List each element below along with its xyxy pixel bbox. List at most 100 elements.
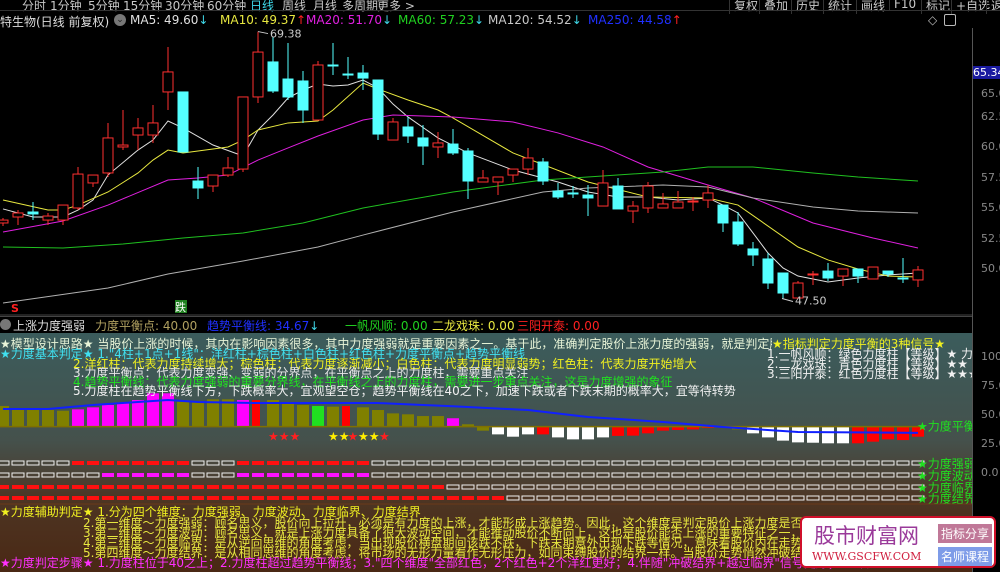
- dimension-cell: [761, 484, 775, 490]
- dimension-cell: [866, 495, 880, 501]
- signal-stars: ★★: [358, 430, 380, 444]
- ma-legend-ma20[interactable]: MA20: 51.70↓: [306, 13, 392, 27]
- dimension-cell: [372, 496, 384, 500]
- candle-body: [192, 180, 204, 189]
- dimension-cell: [177, 485, 189, 489]
- force-bar: [447, 418, 459, 427]
- dimension-cell: [881, 495, 895, 501]
- overlay-button[interactable]: 叠加: [759, 0, 788, 14]
- stats-button[interactable]: 统计: [823, 0, 852, 14]
- dimension-cell: [851, 472, 865, 478]
- dimension-cell: [327, 473, 339, 477]
- tab-timeshare[interactable]: 分时: [22, 0, 46, 14]
- teacher-course-button[interactable]: 名师课程: [938, 547, 993, 566]
- dimension-cell: [896, 472, 910, 478]
- tab-30min[interactable]: 30分钟: [165, 0, 204, 14]
- dimension-cell: [671, 460, 685, 466]
- candle-body: [417, 137, 429, 147]
- dimension-cell: [731, 460, 745, 466]
- dimension-cell: [147, 473, 159, 477]
- ma-legend-ma5[interactable]: MA5: 49.60↓: [130, 13, 208, 27]
- chevron-down-icon[interactable]: ⌄: [114, 14, 126, 26]
- ma-legend-ma250[interactable]: MA250: 44.58↑: [588, 13, 682, 27]
- candle-body: [807, 273, 819, 276]
- dimension-cell: [626, 495, 640, 501]
- dimension-cell: [641, 484, 655, 490]
- dimension-cell: [551, 472, 565, 478]
- panel-toggle-icon[interactable]: [944, 14, 956, 26]
- dimension-cell: [147, 461, 159, 465]
- ma-value: MA5: 49.60: [130, 13, 199, 27]
- dimension-cell: [626, 472, 640, 478]
- tab-multi-period[interactable]: 多周期: [342, 0, 378, 14]
- tab-monthly[interactable]: 月线: [313, 0, 337, 14]
- tab-weekly[interactable]: 周线: [282, 0, 306, 14]
- dimension-cell: [476, 460, 490, 466]
- indicator-value-1: 趋势平衡线: 34.67↓: [207, 319, 320, 333]
- tab-daily[interactable]: 日线: [250, 0, 274, 14]
- candle: [327, 43, 339, 75]
- tab-15min[interactable]: 15分钟: [123, 0, 162, 14]
- dimension-cell: [836, 495, 850, 501]
- force-bar: [642, 426, 654, 434]
- signal-3: 3.三阳开泰：红色力度柱【等级】★★★力: [767, 367, 972, 381]
- ma-value: MA20: 51.70: [306, 13, 383, 27]
- dimension-cell: [536, 484, 550, 490]
- history-button[interactable]: 历史: [791, 0, 820, 14]
- indicator-name[interactable]: 上涨力度强弱: [13, 317, 85, 334]
- ma-legend-ma120[interactable]: MA120: 54.52↓: [488, 13, 582, 27]
- dimension-cell: [776, 495, 790, 501]
- candle: [102, 122, 114, 177]
- candle-body: [252, 51, 264, 98]
- price-tick: 57.50: [981, 170, 1000, 184]
- indicator-share-button[interactable]: 指标分享: [938, 524, 993, 543]
- dimension-cell: [327, 485, 339, 489]
- candle: [717, 204, 729, 233]
- tab-1min[interactable]: 1分钟: [50, 0, 82, 14]
- force-bar: [792, 426, 804, 443]
- force-bar: [117, 402, 129, 427]
- dimension-cell: [267, 473, 279, 477]
- dimension-cell: [626, 484, 640, 490]
- dimension-cell: [776, 460, 790, 466]
- low-price-label: 47.50: [795, 295, 827, 308]
- candle-body: [132, 127, 144, 136]
- candle: [552, 182, 564, 199]
- dimension-cell: [57, 485, 69, 489]
- dimension-cell: [221, 472, 235, 478]
- tab-more[interactable]: 更多 >: [377, 0, 415, 14]
- dimension-cell: [836, 484, 850, 490]
- tab-60min[interactable]: 60分钟: [207, 0, 246, 14]
- stock-title: 海特生物(日线 前复权): [0, 15, 110, 29]
- dimension-cell: [342, 473, 354, 477]
- force-bar: [282, 403, 294, 427]
- candle-body: [582, 194, 594, 199]
- indicator-menu-icon[interactable]: [0, 319, 11, 330]
- force-bar: [372, 410, 384, 427]
- dimension-cell: [896, 460, 910, 466]
- ma-legend-ma10[interactable]: MA10: 49.37↑: [220, 13, 306, 27]
- force-bar: [57, 410, 69, 427]
- candle-body: [522, 157, 534, 170]
- dimension-cell: [297, 461, 309, 465]
- add-watchlist-button[interactable]: +自选: [951, 0, 990, 14]
- dimension-cell: [596, 484, 610, 490]
- judge-steps: ★力度判定步骤★ 1.力度柱位于40之上；2.力度柱超过趋势平衡线；3."四个维…: [0, 556, 893, 570]
- adjust-button[interactable]: 复权: [729, 0, 758, 14]
- watermark-url[interactable]: WWW.GSCFW.COM: [812, 550, 921, 563]
- candle: [417, 125, 429, 166]
- draw-line-button[interactable]: 画线: [856, 0, 885, 14]
- force-bar: [582, 426, 594, 440]
- dimension-cell: [72, 496, 84, 500]
- dimension-cell: [117, 461, 129, 465]
- dimension-cell: [506, 495, 520, 501]
- candle-body: [882, 270, 894, 275]
- dimension-cell: [416, 460, 430, 466]
- ma-legend-ma60[interactable]: MA60: 57.23↓: [398, 13, 484, 27]
- current-price-tag: 65.34: [973, 66, 1000, 79]
- back-button[interactable]: 返: [986, 0, 1000, 14]
- diamond-icon[interactable]: ◇: [928, 13, 937, 27]
- candle-body: [12, 212, 24, 218]
- mark-button[interactable]: 标记: [921, 0, 950, 14]
- tab-5min[interactable]: 5分钟: [88, 0, 120, 14]
